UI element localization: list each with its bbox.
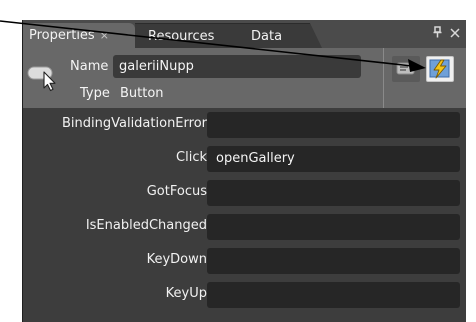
event-row: Click openGallery xyxy=(23,142,466,176)
event-handler-field[interactable] xyxy=(207,282,460,308)
event-row: IsEnabledChanged xyxy=(23,210,466,244)
event-grid: BindingValidationError Click openGallery… xyxy=(23,108,466,322)
event-handler-field[interactable] xyxy=(207,112,460,138)
event-row: KeyDown xyxy=(23,244,466,278)
event-handler-field[interactable] xyxy=(207,214,460,240)
event-label: IsEnabledChanged xyxy=(85,218,207,233)
type-label: Type xyxy=(80,86,110,101)
properties-view-button[interactable] xyxy=(392,56,420,82)
page: Properties × Resources Data Name galerii… xyxy=(0,0,476,322)
name-label: Name xyxy=(70,59,109,74)
event-row: GotFocus xyxy=(23,176,466,210)
event-label: KeyUp xyxy=(165,286,207,301)
tab-data-label: Data xyxy=(251,28,283,44)
tab-close-icon[interactable]: × xyxy=(100,29,109,42)
button-element-icon xyxy=(27,62,59,92)
properties-view-icon xyxy=(396,62,415,75)
type-value: Button xyxy=(120,86,164,101)
event-row: KeyUp xyxy=(23,278,466,312)
name-field[interactable]: galeriiNupp xyxy=(113,55,361,78)
event-handler-field[interactable]: openGallery xyxy=(207,146,460,172)
tab-properties[interactable]: Properties × xyxy=(23,23,147,48)
tab-resources-label: Resources xyxy=(148,28,215,44)
panel-controls xyxy=(433,26,460,41)
close-icon[interactable] xyxy=(450,26,460,41)
header-divider xyxy=(383,48,384,108)
tab-strip: Properties × Resources Data xyxy=(23,20,466,48)
event-handler-field[interactable] xyxy=(207,248,460,274)
properties-panel: Properties × Resources Data Name galerii… xyxy=(22,20,466,322)
event-label: Click xyxy=(176,150,207,165)
events-view-button[interactable] xyxy=(426,56,454,82)
tab-resources[interactable]: Resources xyxy=(135,23,247,48)
event-handler-field[interactable] xyxy=(207,180,460,206)
event-label: KeyDown xyxy=(146,252,207,267)
events-lightning-icon xyxy=(429,59,450,79)
event-label: GotFocus xyxy=(146,184,207,199)
tab-data[interactable]: Data xyxy=(235,23,322,48)
event-row: BindingValidationError xyxy=(23,108,466,142)
pin-icon[interactable] xyxy=(433,26,442,41)
event-label: BindingValidationError xyxy=(61,116,207,131)
element-header: Name galeriiNupp Type Button xyxy=(23,48,466,108)
tab-properties-label: Properties xyxy=(29,28,95,43)
